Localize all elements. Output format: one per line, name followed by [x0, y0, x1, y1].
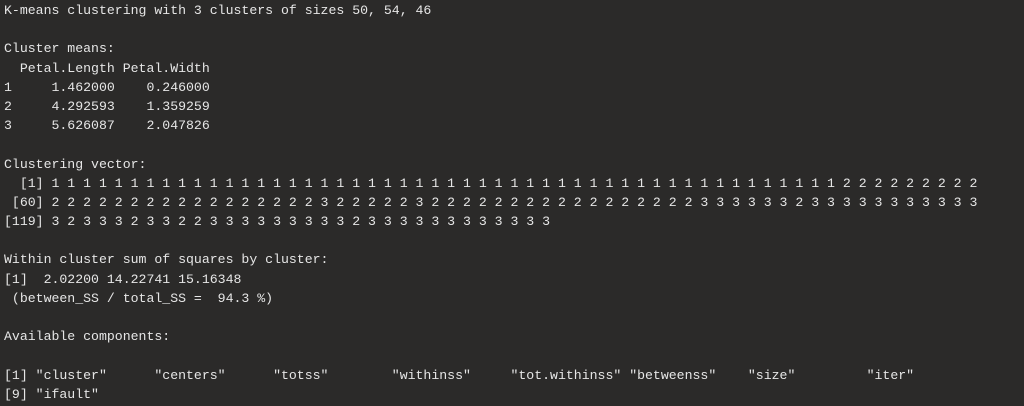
cluster-means-row: 1 1.462000 0.246000 [4, 79, 210, 95]
cluster-means-row: 3 5.626087 2.047826 [4, 118, 210, 134]
withinss-title: Within cluster sum of squares by cluster… [4, 252, 329, 268]
withinss-values: [1] 2.02200 14.22741 15.16348 [4, 271, 242, 287]
kmeans-summary: K-means clustering with 3 clusters of si… [4, 3, 432, 18]
components-title: Available components: [4, 329, 171, 345]
clustering-vector-title: Clustering vector: [4, 156, 147, 172]
components-row: [9] "ifault" [4, 386, 99, 402]
components-row: [1] "cluster" "centers" "totss" "withins… [4, 367, 915, 383]
clustering-vector-row: [60] 2 2 2 2 2 2 2 2 2 2 2 2 2 2 2 2 2 3… [4, 194, 978, 210]
cluster-means-title: Cluster means: [4, 41, 115, 57]
cluster-means-row: 2 4.292593 1.359259 [4, 98, 210, 114]
clustering-vector-row: [119] 3 2 3 3 3 2 3 3 2 2 3 3 3 3 3 3 3 … [4, 214, 551, 230]
cluster-means-header: Petal.Length Petal.Width [4, 60, 210, 76]
between-total-ratio: (between_SS / total_SS = 94.3 %) [4, 290, 274, 306]
r-console-output: K-means clustering with 3 clusters of si… [0, 0, 1024, 404]
clustering-vector-row: [1] 1 1 1 1 1 1 1 1 1 1 1 1 1 1 1 1 1 1 … [4, 175, 978, 191]
